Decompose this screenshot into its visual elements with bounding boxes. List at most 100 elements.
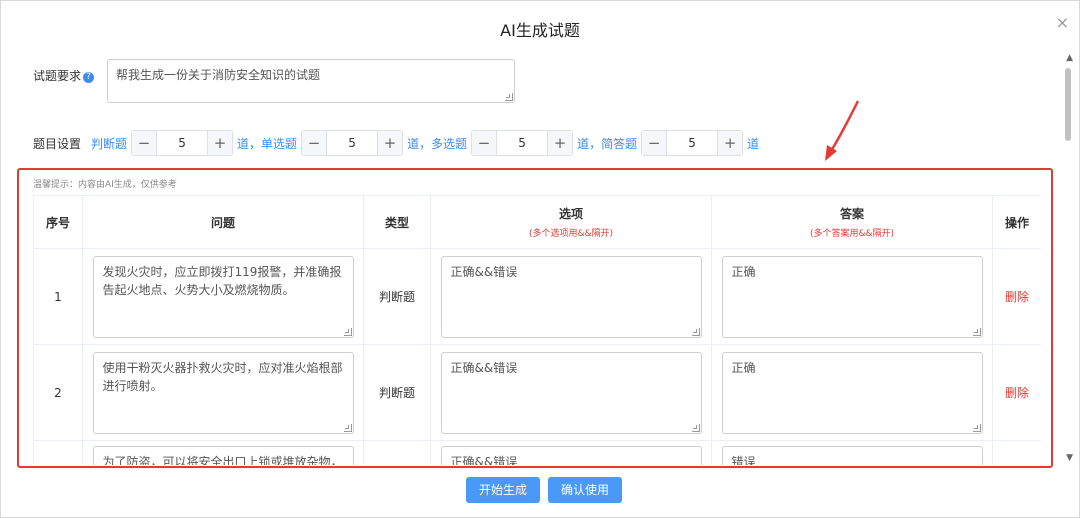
options-textarea[interactable]: 正确&&错误 bbox=[440, 255, 702, 338]
answer-text: 正确 bbox=[731, 360, 756, 375]
table-row: 2 使用干粉灭火器扑救火灾时，应对准火焰根部进行喷射。 判断题 正确&&错误 正… bbox=[33, 344, 1041, 441]
multi-count-value[interactable]: 5 bbox=[497, 131, 547, 155]
question-textarea[interactable]: 发现火灾时，应立即拨打119报警，并准确报告起火地点、火势大小及燃烧物质。 bbox=[92, 255, 354, 338]
plus-icon[interactable]: + bbox=[717, 131, 743, 155]
minus-icon[interactable]: − bbox=[472, 131, 498, 155]
delete-link[interactable]: 删除 bbox=[1005, 290, 1029, 304]
answer-text: 正确 bbox=[731, 264, 756, 279]
judge-count-value[interactable]: 5 bbox=[157, 131, 207, 155]
table-row: 为了防盗，可以将安全出口上锁或堆放杂物，只 正确&&错误 错误 bbox=[33, 440, 1041, 465]
answer-textarea[interactable]: 正确 bbox=[721, 351, 983, 434]
minus-icon[interactable]: − bbox=[132, 131, 158, 155]
plus-icon[interactable]: + bbox=[207, 131, 233, 155]
header-index: 序号 bbox=[33, 195, 83, 249]
type-short-label: 简答题 bbox=[601, 136, 638, 151]
requirement-textarea[interactable]: 帮我生成一份关于消防安全知识的试题 bbox=[107, 59, 515, 103]
start-generate-button[interactable]: 开始生成 bbox=[466, 477, 541, 503]
resize-handle-icon[interactable] bbox=[343, 423, 352, 432]
plus-icon[interactable]: + bbox=[547, 131, 573, 155]
question-textarea[interactable]: 为了防盗，可以将安全出口上锁或堆放杂物，只 bbox=[92, 446, 354, 465]
resize-handle-icon[interactable] bbox=[972, 327, 981, 336]
resize-handle-icon[interactable] bbox=[505, 93, 513, 101]
action-cell: 删除 bbox=[992, 248, 1041, 345]
confirm-use-button[interactable]: 确认使用 bbox=[548, 477, 623, 503]
delete-link[interactable]: 删除 bbox=[1005, 386, 1029, 400]
options-text: 正确&&错误 bbox=[450, 264, 518, 279]
unit-label-last: 道 bbox=[747, 136, 760, 151]
options-cell: 正确&&错误 bbox=[430, 344, 712, 441]
options-textarea[interactable]: 正确&&错误 bbox=[440, 446, 702, 465]
header-action: 操作 bbox=[992, 195, 1041, 249]
scroll-up-icon[interactable]: ▲ bbox=[1066, 53, 1073, 63]
multi-count-stepper[interactable]: − 5 + bbox=[471, 130, 574, 156]
type-multi-label: 多选题 bbox=[431, 136, 468, 151]
requirement-label: 试题要求? bbox=[33, 67, 95, 84]
row-type bbox=[363, 440, 431, 465]
row-index bbox=[33, 440, 83, 465]
scrollbar-thumb[interactable] bbox=[1065, 68, 1071, 141]
options-text: 正确&&错误 bbox=[450, 360, 518, 375]
action-cell bbox=[992, 440, 1041, 465]
minus-icon[interactable]: − bbox=[642, 131, 668, 155]
single-count-stepper[interactable]: − 5 + bbox=[301, 130, 404, 156]
ai-question-dialog: AI生成试题 × ▲ ▼ 试题要求? 帮我生成一份关于消防安全知识的试题 题目设… bbox=[0, 0, 1080, 518]
help-icon[interactable]: ? bbox=[83, 72, 95, 83]
table-row: 1 发现火灾时，应立即拨打119报警，并准确报告起火地点、火势大小及燃烧物质。 … bbox=[33, 248, 1041, 345]
row-type: 判断题 bbox=[363, 344, 431, 441]
question-table: 序号 问题 类型 选项 (多个选项用&&隔开) 答案 (多个答案用&&隔开) 操作 … bbox=[33, 195, 1041, 465]
action-cell: 删除 bbox=[992, 344, 1041, 441]
answer-textarea[interactable]: 正确 bbox=[721, 255, 983, 338]
short-count-stepper[interactable]: − 5 + bbox=[641, 130, 744, 156]
answer-text: 错误 bbox=[731, 455, 756, 465]
resize-handle-icon[interactable] bbox=[972, 423, 981, 432]
short-count-value[interactable]: 5 bbox=[667, 131, 717, 155]
question-cell: 使用干粉灭火器扑救火灾时，应对准火焰根部进行喷射。 bbox=[82, 344, 364, 441]
header-options-note: (多个选项用&&隔开) bbox=[528, 229, 614, 239]
question-text: 为了防盗，可以将安全出口上锁或堆放杂物，只 bbox=[102, 455, 343, 465]
close-icon[interactable]: × bbox=[1056, 13, 1069, 32]
resize-handle-icon[interactable] bbox=[343, 327, 352, 336]
answer-textarea[interactable]: 错误 bbox=[721, 446, 983, 465]
header-answer: 答案 (多个答案用&&隔开) bbox=[711, 195, 993, 249]
minus-icon[interactable]: − bbox=[302, 131, 328, 155]
header-question: 问题 bbox=[82, 195, 364, 249]
row-type: 判断题 bbox=[363, 248, 431, 345]
judge-count-stepper[interactable]: − 5 + bbox=[131, 130, 234, 156]
single-count-value[interactable]: 5 bbox=[327, 131, 377, 155]
unit-label: 道， bbox=[577, 136, 602, 151]
question-cell: 发现火灾时，应立即拨打119报警，并准确报告起火地点、火势大小及燃烧物质。 bbox=[82, 248, 364, 345]
answer-cell: 正确 bbox=[711, 248, 993, 345]
header-answer-note: (多个答案用&&隔开) bbox=[809, 229, 895, 239]
type-judge-label: 判断题 bbox=[91, 136, 128, 151]
question-settings: 题目设置 判断题 − 5 + 道， 单选题 − 5 + 道， 多选题 − 5 +… bbox=[33, 130, 759, 156]
type-single-label: 单选题 bbox=[261, 136, 298, 151]
table-header-row: 序号 问题 类型 选项 (多个选项用&&隔开) 答案 (多个答案用&&隔开) 操作 bbox=[33, 195, 1041, 249]
question-table-container: 序号 问题 类型 选项 (多个选项用&&隔开) 答案 (多个答案用&&隔开) 操作 … bbox=[33, 195, 1041, 465]
resize-handle-icon[interactable] bbox=[691, 327, 700, 336]
options-textarea[interactable]: 正确&&错误 bbox=[440, 351, 702, 434]
header-options-title: 选项 bbox=[558, 207, 583, 221]
requirement-label-text: 试题要求 bbox=[33, 69, 82, 83]
header-type: 类型 bbox=[363, 195, 431, 249]
row-index: 2 bbox=[33, 344, 83, 441]
options-text: 正确&&错误 bbox=[450, 455, 518, 465]
scroll-down-icon[interactable]: ▼ bbox=[1066, 453, 1073, 463]
resize-handle-icon[interactable] bbox=[691, 423, 700, 432]
row-index: 1 bbox=[33, 248, 83, 345]
answer-cell: 正确 bbox=[711, 344, 993, 441]
plus-icon[interactable]: + bbox=[377, 131, 403, 155]
question-textarea[interactable]: 使用干粉灭火器扑救火灾时，应对准火焰根部进行喷射。 bbox=[92, 351, 354, 434]
question-text: 使用干粉灭火器扑救火灾时，应对准火焰根部进行喷射。 bbox=[102, 360, 343, 393]
ai-hint: 温馨提示：内容由AI生成，仅供参考 bbox=[33, 180, 177, 190]
requirement-text: 帮我生成一份关于消防安全知识的试题 bbox=[116, 68, 321, 82]
dialog-title: AI生成试题 bbox=[500, 21, 580, 40]
header-options: 选项 (多个选项用&&隔开) bbox=[430, 195, 712, 249]
settings-label: 题目设置 bbox=[33, 136, 82, 151]
options-cell: 正确&&错误 bbox=[430, 248, 712, 345]
question-cell: 为了防盗，可以将安全出口上锁或堆放杂物，只 bbox=[82, 440, 364, 465]
options-cell: 正确&&错误 bbox=[430, 440, 712, 465]
annotation-arrow-icon bbox=[825, 100, 860, 161]
question-text: 发现火灾时，应立即拨打119报警，并准确报告起火地点、火势大小及燃烧物质。 bbox=[102, 264, 342, 297]
unit-label: 道， bbox=[237, 136, 262, 151]
header-answer-title: 答案 bbox=[839, 207, 864, 221]
